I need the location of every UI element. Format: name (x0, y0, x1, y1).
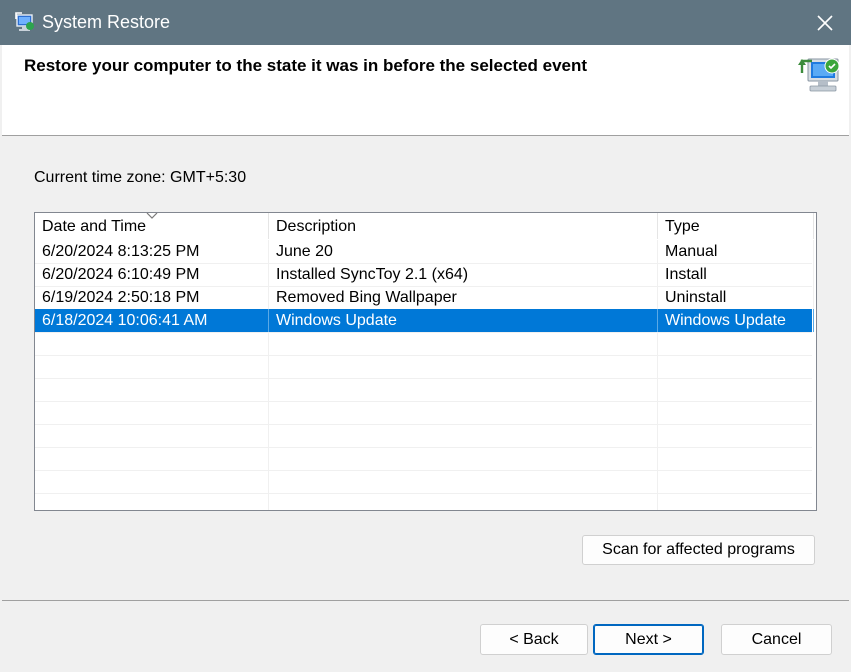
sort-descending-icon (146, 213, 158, 219)
cell-description: Removed Bing Wallpaper (269, 286, 658, 309)
close-icon[interactable] (806, 4, 844, 42)
empty-row (35, 355, 812, 379)
cell-date-time: 6/18/2024 10:06:41 AM (35, 309, 269, 332)
system-restore-window: System Restore Restore your computer to … (0, 0, 851, 672)
cell-date-time: 6/20/2024 6:10:49 PM (35, 263, 269, 286)
cell-date-time: 6/20/2024 8:13:25 PM (35, 240, 269, 263)
empty-row (35, 424, 812, 448)
title-bar[interactable]: System Restore (0, 0, 851, 45)
empty-row (35, 447, 812, 471)
empty-row (35, 470, 812, 494)
scan-affected-programs-button[interactable]: Scan for affected programs (582, 535, 815, 565)
system-restore-icon (15, 12, 34, 31)
column-header-label: Description (276, 218, 357, 235)
column-header-label: Type (665, 218, 700, 235)
empty-row (35, 378, 812, 402)
timezone-label: Current time zone: GMT+5:30 (34, 169, 247, 186)
next-button[interactable]: Next > (593, 624, 704, 655)
list-header: Date and Time Description Type (35, 213, 814, 239)
column-header-type[interactable]: Type (658, 213, 814, 239)
system-restore-icon (798, 58, 840, 92)
cell-type: Install (658, 263, 814, 286)
table-row-selected[interactable]: 6/18/2024 10:06:41 AM Windows Update Win… (35, 309, 814, 333)
empty-row (35, 493, 812, 510)
cell-date-time: 6/19/2024 2:50:18 PM (35, 286, 269, 309)
cell-description: Installed SyncToy 2.1 (x64) (269, 263, 658, 286)
empty-row (35, 332, 812, 356)
table-row[interactable]: 6/20/2024 6:10:49 PM Installed SyncToy 2… (35, 263, 814, 287)
column-header-date-time[interactable]: Date and Time (35, 213, 269, 239)
restore-points-list[interactable]: Date and Time Description Type 6/20/2024… (34, 212, 817, 511)
footer-divider (2, 600, 849, 601)
column-header-description[interactable]: Description (269, 213, 658, 239)
column-header-label: Date and Time (42, 218, 147, 235)
page-title: Restore your computer to the state it wa… (24, 56, 588, 75)
header-panel: Restore your computer to the state it wa… (2, 45, 849, 136)
cell-type: Uninstall (658, 286, 814, 309)
cell-type: Windows Update (658, 309, 814, 332)
cell-description: Windows Update (269, 309, 658, 332)
empty-row (35, 401, 812, 425)
back-button[interactable]: < Back (480, 624, 588, 655)
cell-type: Manual (658, 240, 814, 263)
table-row[interactable]: 6/19/2024 2:50:18 PM Removed Bing Wallpa… (35, 286, 814, 310)
cell-description: June 20 (269, 240, 658, 263)
table-row[interactable]: 6/20/2024 8:13:25 PM June 20 Manual (35, 240, 814, 264)
cancel-button[interactable]: Cancel (721, 624, 832, 655)
window-title: System Restore (42, 12, 171, 32)
